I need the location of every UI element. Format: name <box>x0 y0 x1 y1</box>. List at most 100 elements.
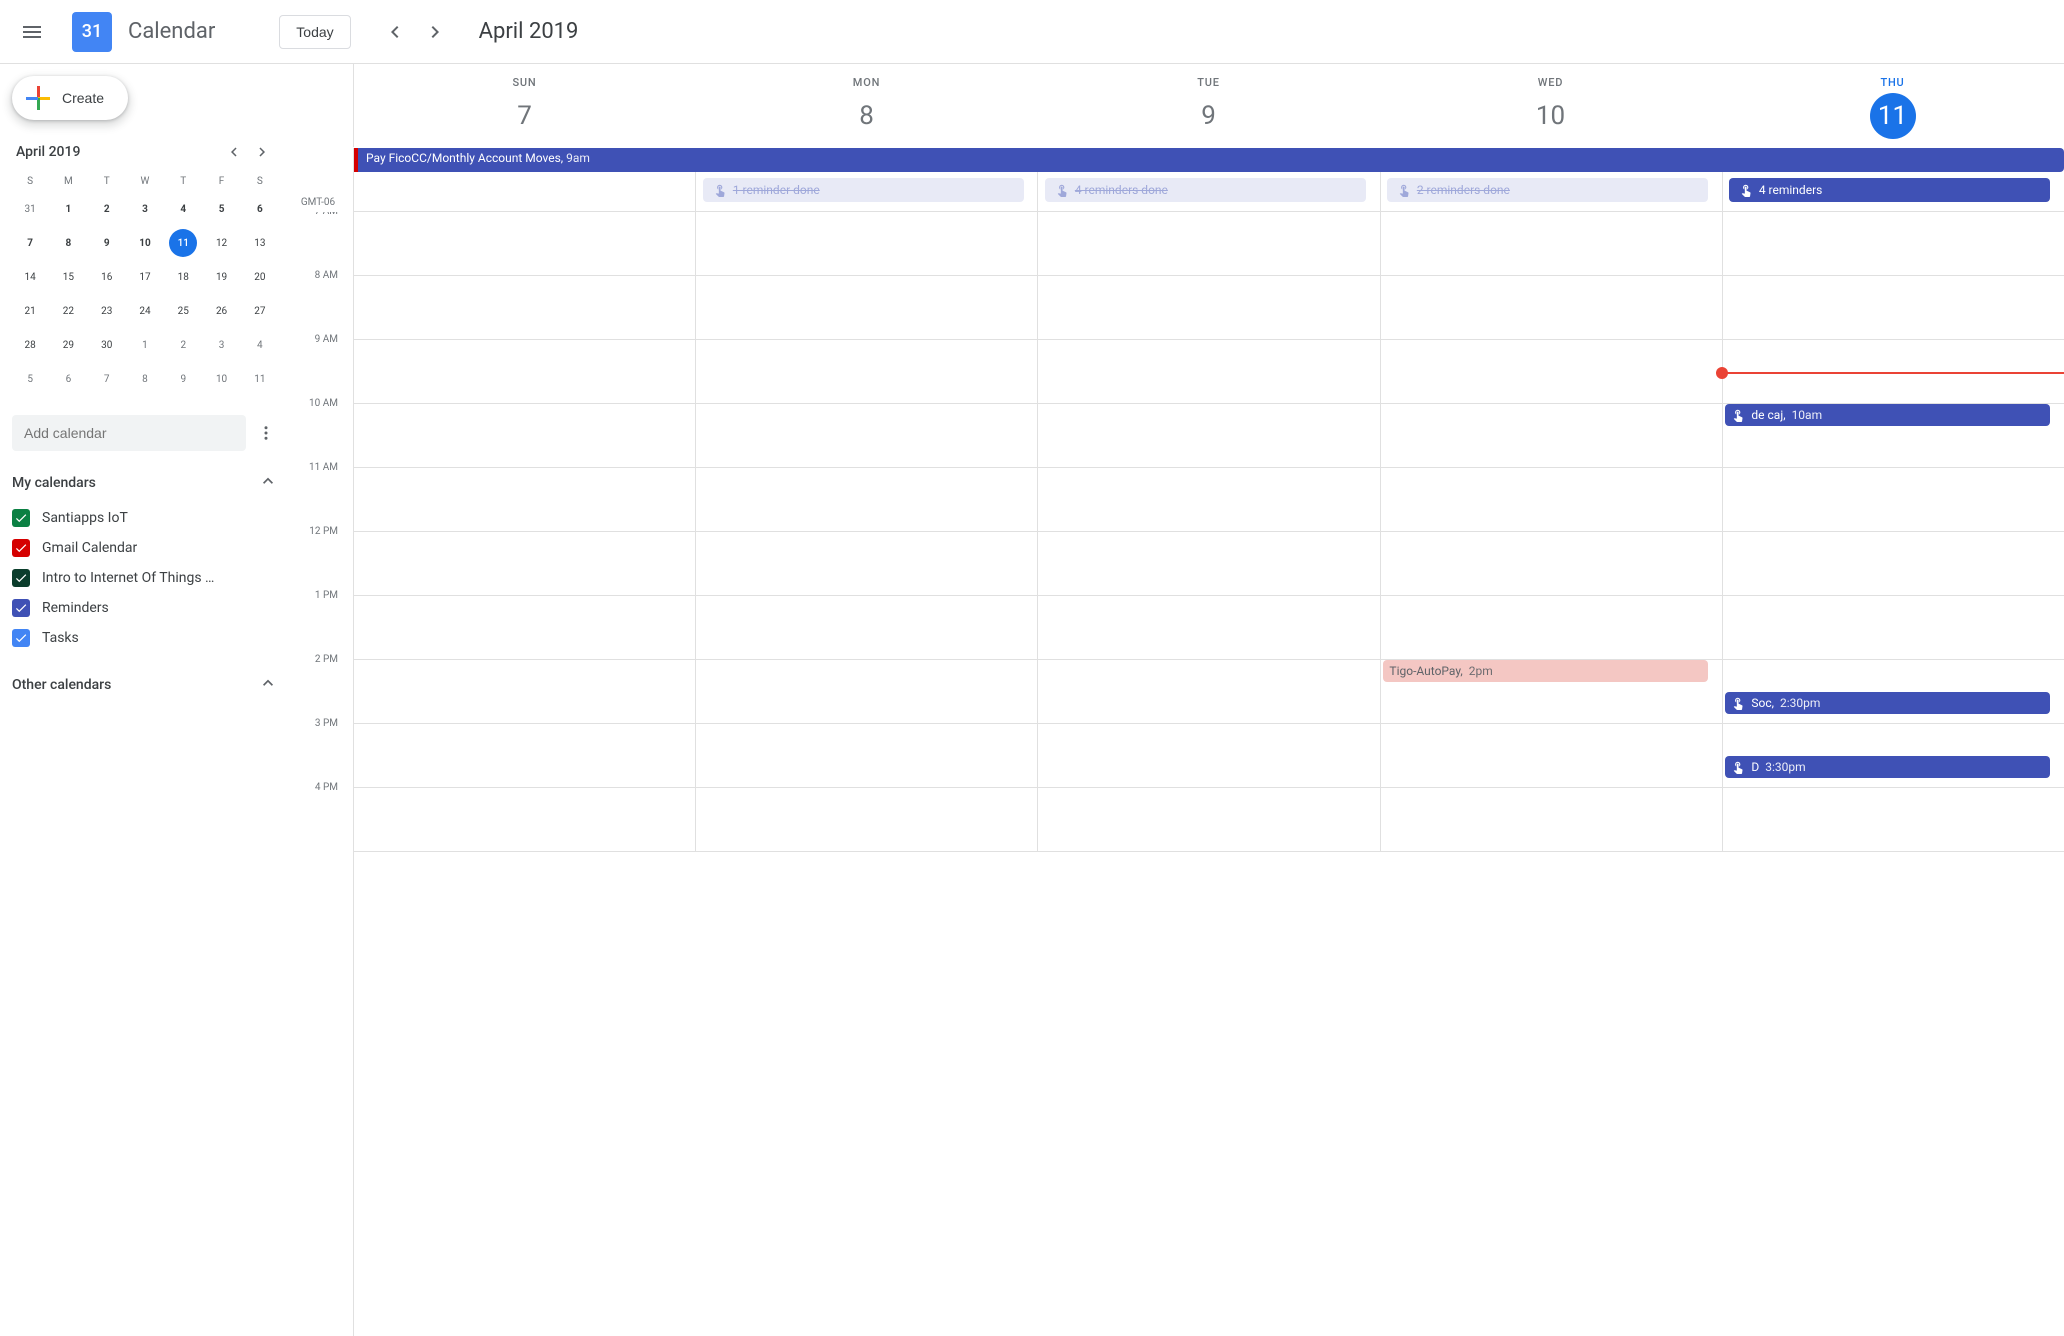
hour-cell[interactable] <box>354 276 696 340</box>
hour-cell[interactable] <box>1381 788 1723 852</box>
calendar-checkbox[interactable] <box>12 539 30 557</box>
hour-cell[interactable] <box>696 596 1038 660</box>
hour-cell[interactable] <box>1038 404 1380 468</box>
hour-cell[interactable] <box>1038 724 1380 788</box>
calendar-item[interactable]: Santiapps IoT <box>12 503 278 533</box>
mini-day[interactable]: 2 <box>93 195 121 223</box>
allday-event[interactable]: Pay FicoCC/Monthly Account Moves, 9am <box>354 148 2064 172</box>
hour-cell[interactable] <box>354 724 696 788</box>
mini-day[interactable]: 2 <box>169 331 197 359</box>
prev-period-button[interactable] <box>375 12 415 52</box>
mini-next-button[interactable] <box>250 140 274 164</box>
hour-cell[interactable] <box>1723 532 2064 596</box>
hour-cell[interactable] <box>354 468 696 532</box>
reminder-event[interactable]: Soc, 2:30pm <box>1725 692 2050 714</box>
hour-cell[interactable] <box>1038 340 1380 404</box>
mini-day[interactable]: 1 <box>54 195 82 223</box>
mini-day[interactable]: 7 <box>93 365 121 393</box>
my-calendars-toggle[interactable]: My calendars <box>12 463 278 503</box>
calendar-item[interactable]: Reminders <box>12 593 278 623</box>
mini-day[interactable]: 8 <box>131 365 159 393</box>
other-calendars-toggle[interactable]: Other calendars <box>12 665 278 705</box>
hour-cell[interactable] <box>1381 276 1723 340</box>
hour-cell[interactable] <box>354 660 696 724</box>
mini-day[interactable]: 20 <box>246 263 274 291</box>
hour-cell[interactable] <box>1723 468 2064 532</box>
mini-day[interactable]: 23 <box>93 297 121 325</box>
mini-day[interactable]: 31 <box>16 195 44 223</box>
mini-day[interactable]: 11 <box>246 365 274 393</box>
mini-day[interactable]: 14 <box>16 263 44 291</box>
hour-cell[interactable] <box>1381 212 1723 276</box>
hour-cell[interactable] <box>354 596 696 660</box>
calendar-item[interactable]: Tasks <box>12 623 278 653</box>
mini-day[interactable]: 28 <box>16 331 44 359</box>
hour-cell[interactable] <box>1723 788 2064 852</box>
mini-day[interactable]: 21 <box>16 297 44 325</box>
today-button[interactable]: Today <box>279 15 350 49</box>
calendar-checkbox[interactable] <box>12 629 30 647</box>
mini-day[interactable]: 10 <box>131 229 159 257</box>
mini-day[interactable]: 5 <box>16 365 44 393</box>
create-button[interactable]: Create <box>12 76 128 120</box>
day-number[interactable]: 9 <box>1186 93 1232 139</box>
add-calendar-options-button[interactable] <box>254 421 278 445</box>
next-period-button[interactable] <box>415 12 455 52</box>
mini-day[interactable]: 18 <box>169 263 197 291</box>
hour-cell[interactable] <box>696 532 1038 596</box>
reminder-chip[interactable]: 2 reminders done <box>1387 178 1708 202</box>
hour-cell[interactable] <box>696 788 1038 852</box>
mini-day[interactable]: 26 <box>208 297 236 325</box>
hour-cell[interactable] <box>696 404 1038 468</box>
mini-day[interactable]: 11 <box>169 229 197 257</box>
mini-day[interactable]: 8 <box>54 229 82 257</box>
day-number[interactable]: 10 <box>1528 93 1574 139</box>
mini-day[interactable]: 4 <box>169 195 197 223</box>
hamburger-menu-button[interactable] <box>8 8 56 56</box>
hour-cell[interactable] <box>696 340 1038 404</box>
hour-cell[interactable] <box>696 468 1038 532</box>
hour-grid[interactable]: 7 AM8 AM9 AM10 AM11 AM12 PM1 PM2 PM3 PM4… <box>290 212 2064 1336</box>
calendar-checkbox[interactable] <box>12 569 30 587</box>
day-number[interactable]: 11 <box>1870 93 1916 139</box>
mini-day[interactable]: 24 <box>131 297 159 325</box>
calendar-checkbox[interactable] <box>12 509 30 527</box>
timed-event[interactable]: Tigo-AutoPay, 2pm <box>1383 660 1708 682</box>
mini-day[interactable]: 17 <box>131 263 159 291</box>
hour-cell[interactable] <box>1381 404 1723 468</box>
mini-day[interactable]: 16 <box>93 263 121 291</box>
mini-day[interactable]: 6 <box>246 195 274 223</box>
calendar-item[interactable]: Intro to Internet Of Things … <box>12 563 278 593</box>
mini-day[interactable]: 27 <box>246 297 274 325</box>
hour-cell[interactable] <box>1038 788 1380 852</box>
reminder-event[interactable]: D 3:30pm <box>1725 756 2050 778</box>
mini-day[interactable]: 7 <box>16 229 44 257</box>
day-number[interactable]: 7 <box>502 93 548 139</box>
mini-day[interactable]: 12 <box>208 229 236 257</box>
mini-day[interactable]: 10 <box>208 365 236 393</box>
mini-day[interactable]: 3 <box>208 331 236 359</box>
hour-cell[interactable] <box>1381 724 1723 788</box>
hour-cell[interactable] <box>696 660 1038 724</box>
add-calendar-input[interactable] <box>12 415 246 451</box>
mini-day[interactable]: 25 <box>169 297 197 325</box>
hour-cell[interactable] <box>1381 532 1723 596</box>
hour-cell[interactable] <box>1723 596 2064 660</box>
reminder-event[interactable]: de caj, 10am <box>1725 404 2050 426</box>
mini-day[interactable]: 15 <box>54 263 82 291</box>
hour-cell[interactable] <box>354 404 696 468</box>
mini-day[interactable]: 22 <box>54 297 82 325</box>
mini-day[interactable]: 9 <box>169 365 197 393</box>
reminder-chip[interactable]: 4 reminders done <box>1045 178 1366 202</box>
mini-prev-button[interactable] <box>222 140 246 164</box>
calendar-checkbox[interactable] <box>12 599 30 617</box>
hour-cell[interactable] <box>1038 276 1380 340</box>
mini-day[interactable]: 5 <box>208 195 236 223</box>
hour-cell[interactable] <box>1381 468 1723 532</box>
hour-cell[interactable] <box>1038 468 1380 532</box>
mini-day[interactable]: 29 <box>54 331 82 359</box>
mini-day[interactable]: 4 <box>246 331 274 359</box>
hour-cell[interactable] <box>1381 596 1723 660</box>
hour-cell[interactable] <box>1038 596 1380 660</box>
hour-cell[interactable] <box>354 340 696 404</box>
